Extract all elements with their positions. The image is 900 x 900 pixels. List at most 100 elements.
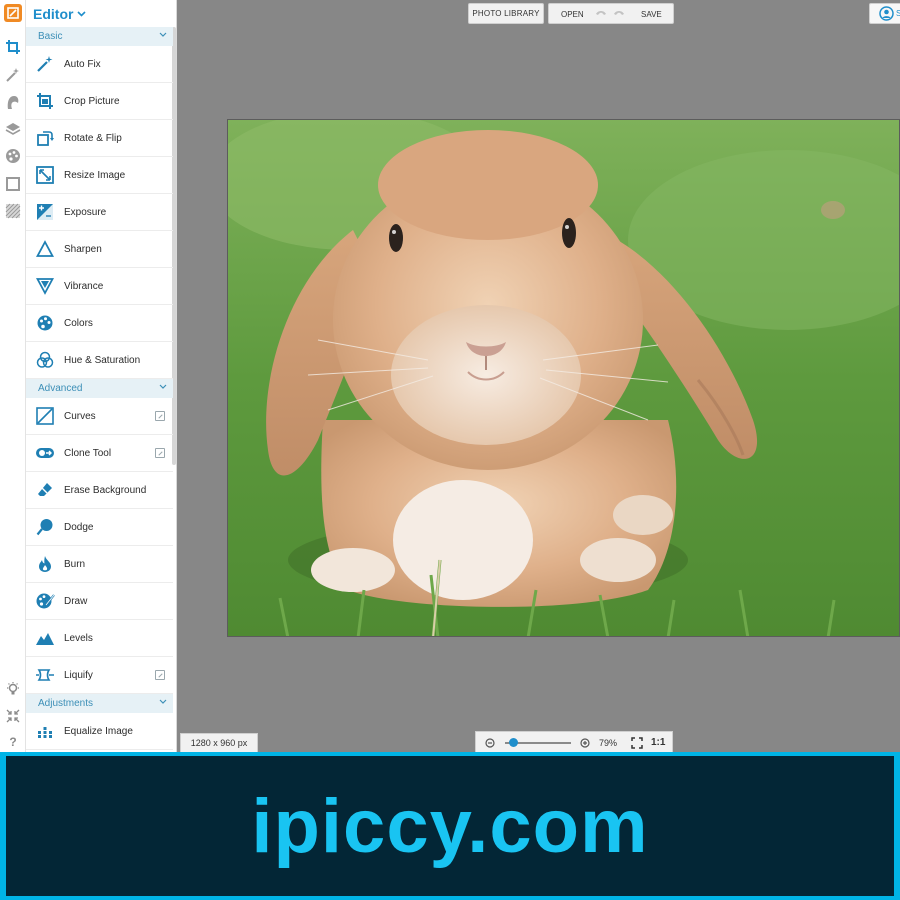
account-label: S [896, 9, 900, 18]
tool-label: Vibrance [64, 280, 104, 292]
magic-wand-icon[interactable] [0, 62, 26, 88]
premium-badge-icon [155, 670, 165, 680]
curves-icon [36, 407, 54, 425]
palette-icon[interactable] [0, 143, 26, 169]
draw-palette-icon [36, 593, 55, 609]
tool-vibrance[interactable]: Vibrance [26, 268, 173, 305]
equalize-icon [38, 727, 52, 738]
ipiccy-editor-app: ? Editor Basic Auto Fix Crop Picture Rot… [0, 0, 900, 752]
tool-clone-tool[interactable]: Clone Tool [26, 435, 173, 472]
section-label: Basic [38, 31, 63, 42]
crop-icon [37, 93, 53, 109]
chevron-down-icon [159, 699, 167, 704]
image-dimensions: 1280 x 960 px [180, 733, 258, 752]
section-advanced[interactable]: Advanced [26, 379, 173, 398]
tool-label: Clone Tool [64, 447, 112, 459]
levels-icon [36, 633, 54, 645]
section-basic[interactable]: Basic [26, 27, 173, 46]
tool-curves[interactable]: Curves [26, 398, 173, 435]
premium-badge-icon [155, 411, 165, 421]
editor-title: Editor [33, 5, 74, 22]
layers-icon[interactable] [0, 116, 26, 142]
actual-size-button[interactable]: 1:1 [651, 737, 665, 748]
tool-label: Sharpen [64, 243, 102, 255]
tool-equalize-image[interactable]: Equalize Image [26, 713, 173, 750]
eraser-icon [38, 483, 52, 496]
left-icon-rail: ? [0, 0, 26, 752]
collapse-icon[interactable] [0, 703, 26, 729]
tool-label: Auto Fix [64, 58, 101, 70]
tool-burn[interactable]: Burn [26, 546, 173, 583]
tool-liquify[interactable]: Liquify [26, 657, 173, 694]
zoom-in-icon[interactable] [580, 738, 590, 748]
vibrance-icon [36, 278, 54, 295]
tool-draw[interactable]: Draw [26, 583, 173, 620]
exposure-icon [37, 204, 53, 220]
chevron-down-icon [77, 11, 87, 17]
tool-label: Curves [64, 410, 96, 422]
tool-erase-background[interactable]: Erase Background [26, 472, 173, 509]
tool-label: Hue & Saturation [64, 354, 141, 366]
tool-label: Draw [64, 595, 88, 607]
section-label: Advanced [38, 383, 83, 394]
banner-panel: ipiccy.com [6, 756, 894, 896]
file-actions-group: OPEN SAVE [548, 3, 674, 24]
chevron-down-icon [159, 32, 167, 37]
tool-label: Resize Image [64, 169, 126, 181]
zoom-controls: 79% 1:1 [475, 731, 673, 752]
tool-rotate-flip[interactable]: Rotate & Flip [26, 120, 173, 157]
palette-icon [37, 315, 53, 331]
tool-hue-saturation[interactable]: Hue & Saturation [26, 342, 173, 379]
tool-label: Burn [64, 558, 86, 570]
flame-icon [39, 556, 51, 572]
tool-label: Exposure [64, 206, 107, 218]
tool-panel: Editor Basic Auto Fix Crop Picture Rotat… [26, 0, 177, 752]
ipiccy-logo-icon[interactable] [4, 4, 22, 22]
lightbulb-icon[interactable] [0, 676, 26, 702]
zoom-out-icon[interactable] [485, 738, 495, 748]
help-icon[interactable]: ? [0, 729, 26, 752]
clone-icon [36, 448, 54, 458]
resize-icon [36, 166, 54, 184]
tool-crop-picture[interactable]: Crop Picture [26, 83, 173, 120]
tool-label: Liquify [64, 669, 93, 681]
chevron-down-icon [159, 384, 167, 389]
tool-auto-fix[interactable]: Auto Fix [26, 46, 173, 83]
hue-icon [36, 351, 54, 368]
magic-wand-icon [37, 56, 53, 72]
tool-dodge[interactable]: Dodge [26, 509, 173, 546]
section-label: Adjustments [38, 698, 94, 709]
open-button[interactable]: OPEN [561, 10, 584, 19]
tool-label: Colors [64, 317, 93, 329]
tool-label: Crop Picture [64, 95, 120, 107]
zoom-percent: 79% [599, 738, 618, 748]
tool-label: Levels [64, 632, 93, 644]
tool-label: Erase Background [64, 484, 147, 496]
photo-library-button[interactable]: PHOTO LIBRARY [468, 3, 544, 24]
banner-text: ipiccy.com [251, 783, 649, 869]
tool-levels[interactable]: Levels [26, 620, 173, 657]
texture-icon[interactable] [0, 198, 26, 224]
tool-sharpen[interactable]: Sharpen [26, 231, 173, 268]
frame-icon[interactable] [0, 171, 26, 197]
save-button[interactable]: SAVE [641, 10, 662, 19]
site-banner: ipiccy.com [0, 752, 900, 900]
tool-label: Dodge [64, 521, 94, 533]
tool-colors[interactable]: Colors [26, 305, 173, 342]
crop-icon[interactable] [0, 34, 26, 60]
rabbit-photo [228, 120, 899, 636]
tool-exposure[interactable]: Exposure [26, 194, 173, 231]
undo-icon[interactable] [595, 9, 607, 18]
account-button[interactable]: S [869, 3, 900, 24]
fit-to-screen-icon[interactable] [631, 737, 643, 749]
face-icon[interactable] [0, 89, 26, 115]
section-adjustments[interactable]: Adjustments [26, 694, 173, 713]
tool-resize-image[interactable]: Resize Image [26, 157, 173, 194]
editor-menu[interactable]: Editor [26, 0, 176, 27]
image-canvas[interactable] [227, 119, 900, 637]
zoom-slider-thumb[interactable] [509, 738, 519, 747]
redo-icon[interactable] [613, 9, 625, 18]
rotate-icon [37, 131, 54, 146]
sharpen-icon [36, 240, 54, 257]
user-icon [879, 6, 894, 21]
